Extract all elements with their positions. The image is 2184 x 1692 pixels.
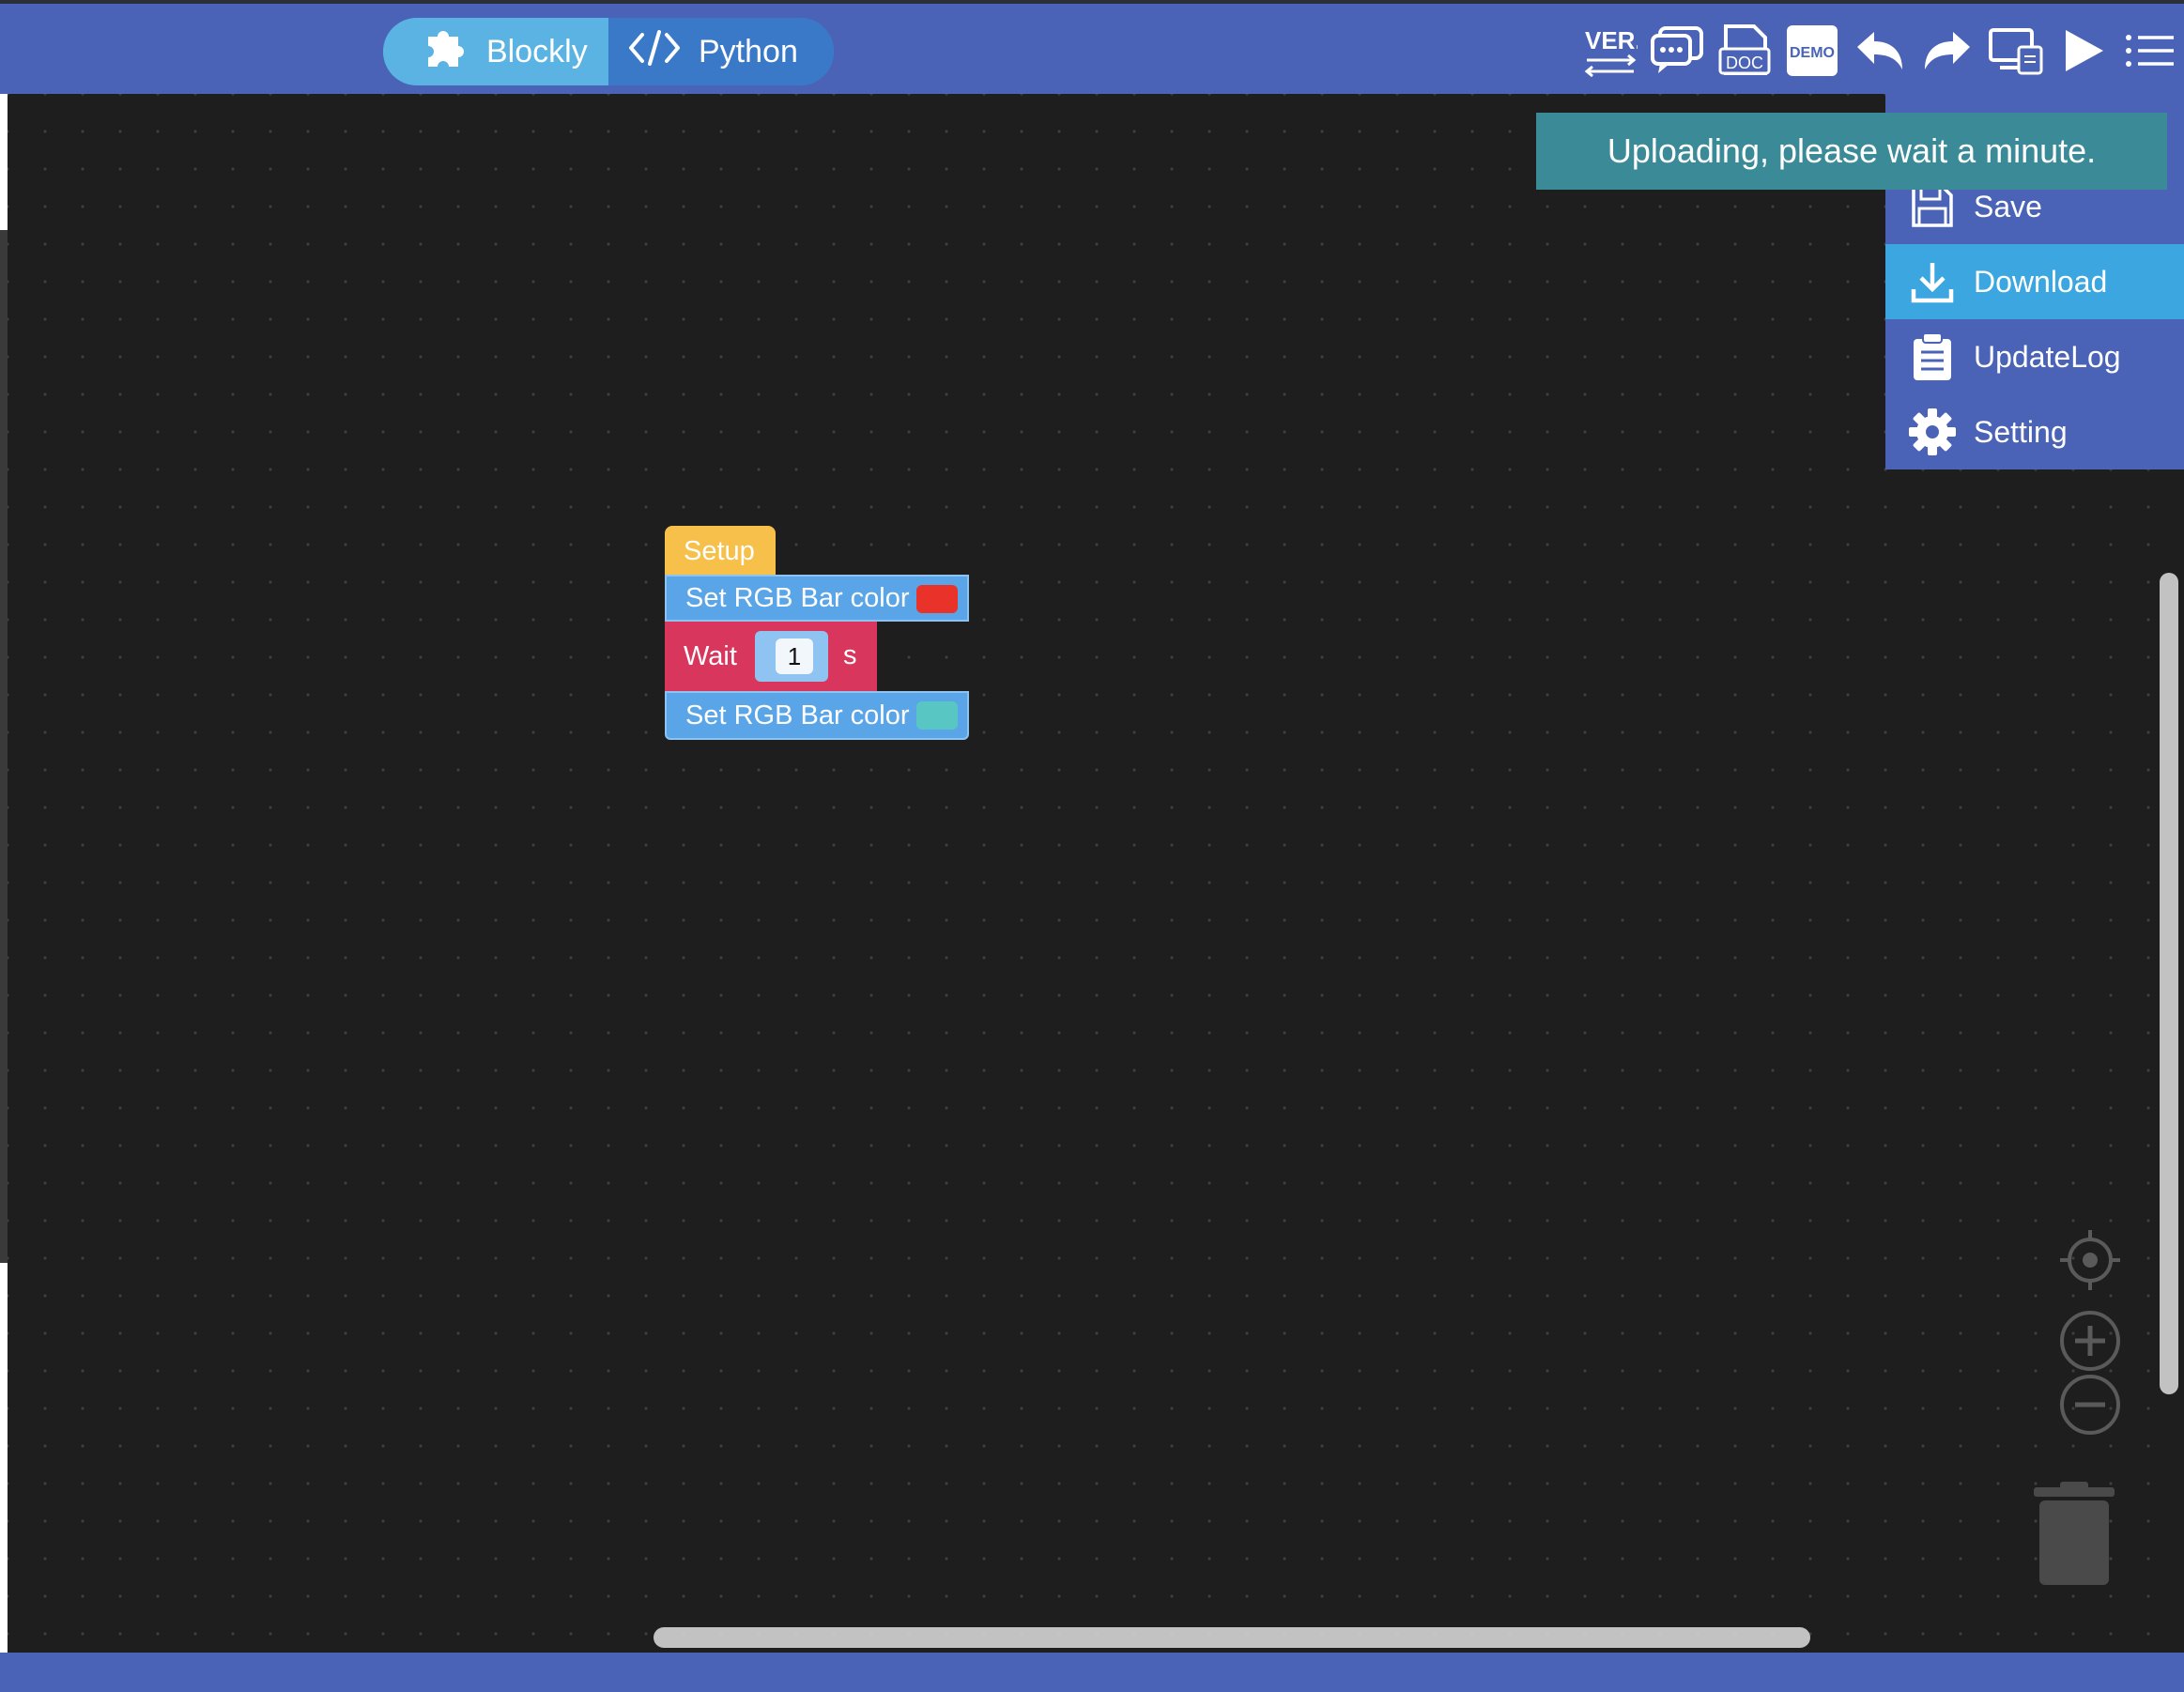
run-icon	[2066, 30, 2103, 71]
toolbar-icons: VER. DOC DEMO	[1576, 21, 2184, 81]
setup-block[interactable]: Setup	[665, 526, 776, 577]
doc-icon: DOC	[1718, 24, 1771, 75]
clipboard-icon	[1904, 329, 1961, 385]
menu-item-save-label: Save	[1974, 189, 2042, 223]
vertical-scrollbar[interactable]	[2160, 573, 2178, 1394]
upload-toast: Uploading, please wait a minute.	[1536, 113, 2167, 190]
trash-icon	[2034, 1482, 2115, 1585]
zoom-in-button[interactable]	[2058, 1309, 2122, 1373]
app-window: Blockly Python VER. DOC DEMO Setup Set R…	[0, 0, 2184, 1692]
setup-block-label: Setup	[684, 535, 755, 566]
device-button[interactable]	[1981, 21, 2049, 81]
chat-button[interactable]	[1643, 21, 1711, 81]
undo-icon	[1857, 32, 1902, 69]
download-icon	[1904, 254, 1961, 310]
menu-item-setting-label: Setting	[1974, 414, 2068, 449]
menu-item-download-label: Download	[1974, 264, 2108, 299]
zoom-out-button[interactable]	[2058, 1373, 2122, 1437]
recenter-button[interactable]	[2058, 1228, 2122, 1292]
horizontal-scrollbar[interactable]	[654, 1627, 1810, 1648]
puzzle-piece-icon	[421, 23, 486, 81]
gear-icon	[1904, 404, 1961, 460]
menu-item-updatelog-label: UpdateLog	[1974, 339, 2121, 374]
tab-blockly-label: Blockly	[486, 33, 588, 69]
menu-icon	[2126, 35, 2174, 67]
toast-message: Uploading, please wait a minute.	[1607, 131, 2097, 170]
version-icon: VER.	[1584, 26, 1638, 78]
version-button[interactable]: VER.	[1576, 21, 1643, 81]
chat-icon	[1651, 26, 1703, 73]
run-button[interactable]	[2049, 21, 2116, 81]
menu-button[interactable]	[2116, 21, 2184, 81]
color-swatch-red[interactable]	[916, 585, 958, 613]
code-icon	[627, 29, 699, 75]
menu-item-setting[interactable]: Setting	[1885, 394, 2184, 469]
device-icon	[1989, 28, 2043, 75]
svg-text:VER.: VER.	[1585, 26, 1638, 54]
editor-mode-toggle: Blockly Python	[383, 18, 834, 85]
redo-button[interactable]	[1914, 21, 1981, 81]
trash-can[interactable]	[2034, 1482, 2118, 1587]
zoom-out-icon	[2060, 1375, 2120, 1435]
set-rgb-block-label: Set RGB Bar color	[685, 700, 910, 731]
wait-seconds-input[interactable]: 1	[776, 638, 813, 674]
wait-unit-label: s	[843, 640, 857, 670]
wait-block-label: Wait	[684, 640, 737, 671]
redo-icon	[1925, 32, 1970, 69]
undo-button[interactable]	[1846, 21, 1914, 81]
set-rgb-bar-color-block[interactable]: Set RGB Bar color	[665, 575, 969, 622]
blockly-workspace[interactable]	[8, 94, 2184, 1653]
svg-text:DEMO: DEMO	[1790, 45, 1835, 61]
tab-python[interactable]: Python	[608, 18, 834, 85]
color-swatch-teal[interactable]	[916, 701, 958, 730]
demo-button[interactable]: DEMO	[1778, 21, 1846, 81]
zoom-in-icon	[2060, 1311, 2120, 1371]
wait-block[interactable]: Wait 1 s	[665, 622, 877, 691]
demo-icon: DEMO	[1787, 25, 1838, 76]
svg-text:DOC: DOC	[1726, 54, 1763, 72]
top-toolbar: Blockly Python VER. DOC DEMO	[0, 0, 2184, 94]
menu-item-updatelog[interactable]: UpdateLog	[1885, 319, 2184, 394]
doc-button[interactable]: DOC	[1711, 21, 1778, 81]
toolbox-edge	[0, 230, 8, 1263]
set-rgb-bar-color-block[interactable]: Set RGB Bar color	[665, 691, 969, 740]
recenter-icon	[2060, 1230, 2120, 1290]
set-rgb-block-label: Set RGB Bar color	[685, 582, 910, 613]
tab-python-label: Python	[699, 33, 798, 69]
bottom-status-bar	[0, 1653, 2184, 1692]
tab-blockly[interactable]: Blockly	[383, 18, 608, 85]
menu-item-download[interactable]: Download	[1885, 244, 2184, 319]
